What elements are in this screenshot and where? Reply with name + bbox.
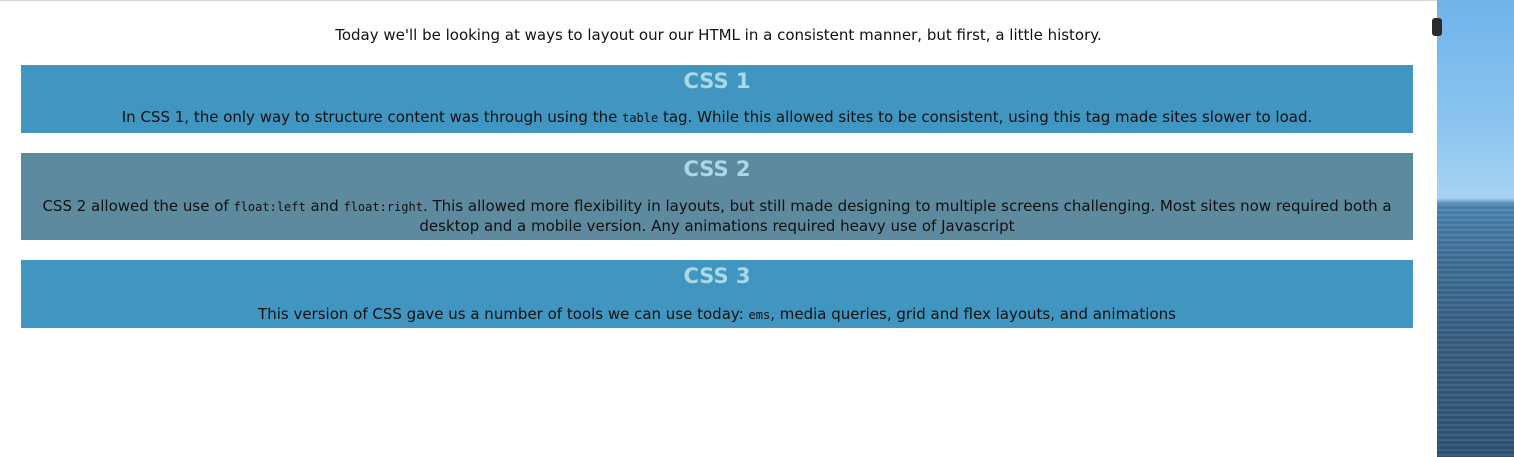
css2-text-end: . This allowed more flexibility in layou…: [419, 197, 1392, 235]
section-text-css3: This version of CSS gave us a number of …: [21, 305, 1413, 325]
css2-text-between: and: [305, 197, 344, 215]
css3-text-end: , media queries, grid and flex layouts, …: [770, 305, 1176, 323]
page-content: Today we'll be looking at ways to layout…: [0, 0, 1437, 457]
css2-code-float-left: float:left: [233, 200, 306, 214]
desktop-app-icon[interactable]: [1432, 18, 1442, 36]
desktop-ocean-image: [1437, 204, 1514, 457]
section-css1: CSS 1 In CSS 1, the only way to structur…: [21, 65, 1413, 133]
section-text-css2: CSS 2 allowed the use of float:left and …: [21, 197, 1413, 236]
section-heading-css1: CSS 1: [683, 69, 751, 93]
section-heading-css3: CSS 3: [683, 264, 751, 288]
css1-text-end: tag. While this allowed sites to be cons…: [658, 108, 1313, 126]
css2-text-start: CSS 2 allowed the use of: [42, 197, 234, 215]
intro-text: Today we'll be looking at ways to layout…: [335, 26, 1102, 44]
section-text-css1: In CSS 1, the only way to structure cont…: [21, 108, 1413, 128]
css1-code-table: table: [622, 111, 659, 125]
section-css2: CSS 2 CSS 2 allowed the use of float:lef…: [21, 153, 1413, 240]
section-heading-css2: CSS 2: [683, 157, 751, 181]
css1-text-start: In CSS 1, the only way to structure cont…: [121, 108, 623, 126]
css3-text-start: This version of CSS gave us a number of …: [258, 305, 749, 323]
section-css3: CSS 3 This version of CSS gave us a numb…: [21, 260, 1413, 328]
desktop-background: [1437, 0, 1514, 457]
css2-code-float-right: float:right: [343, 200, 423, 214]
css3-code-ems: ems: [748, 308, 771, 322]
